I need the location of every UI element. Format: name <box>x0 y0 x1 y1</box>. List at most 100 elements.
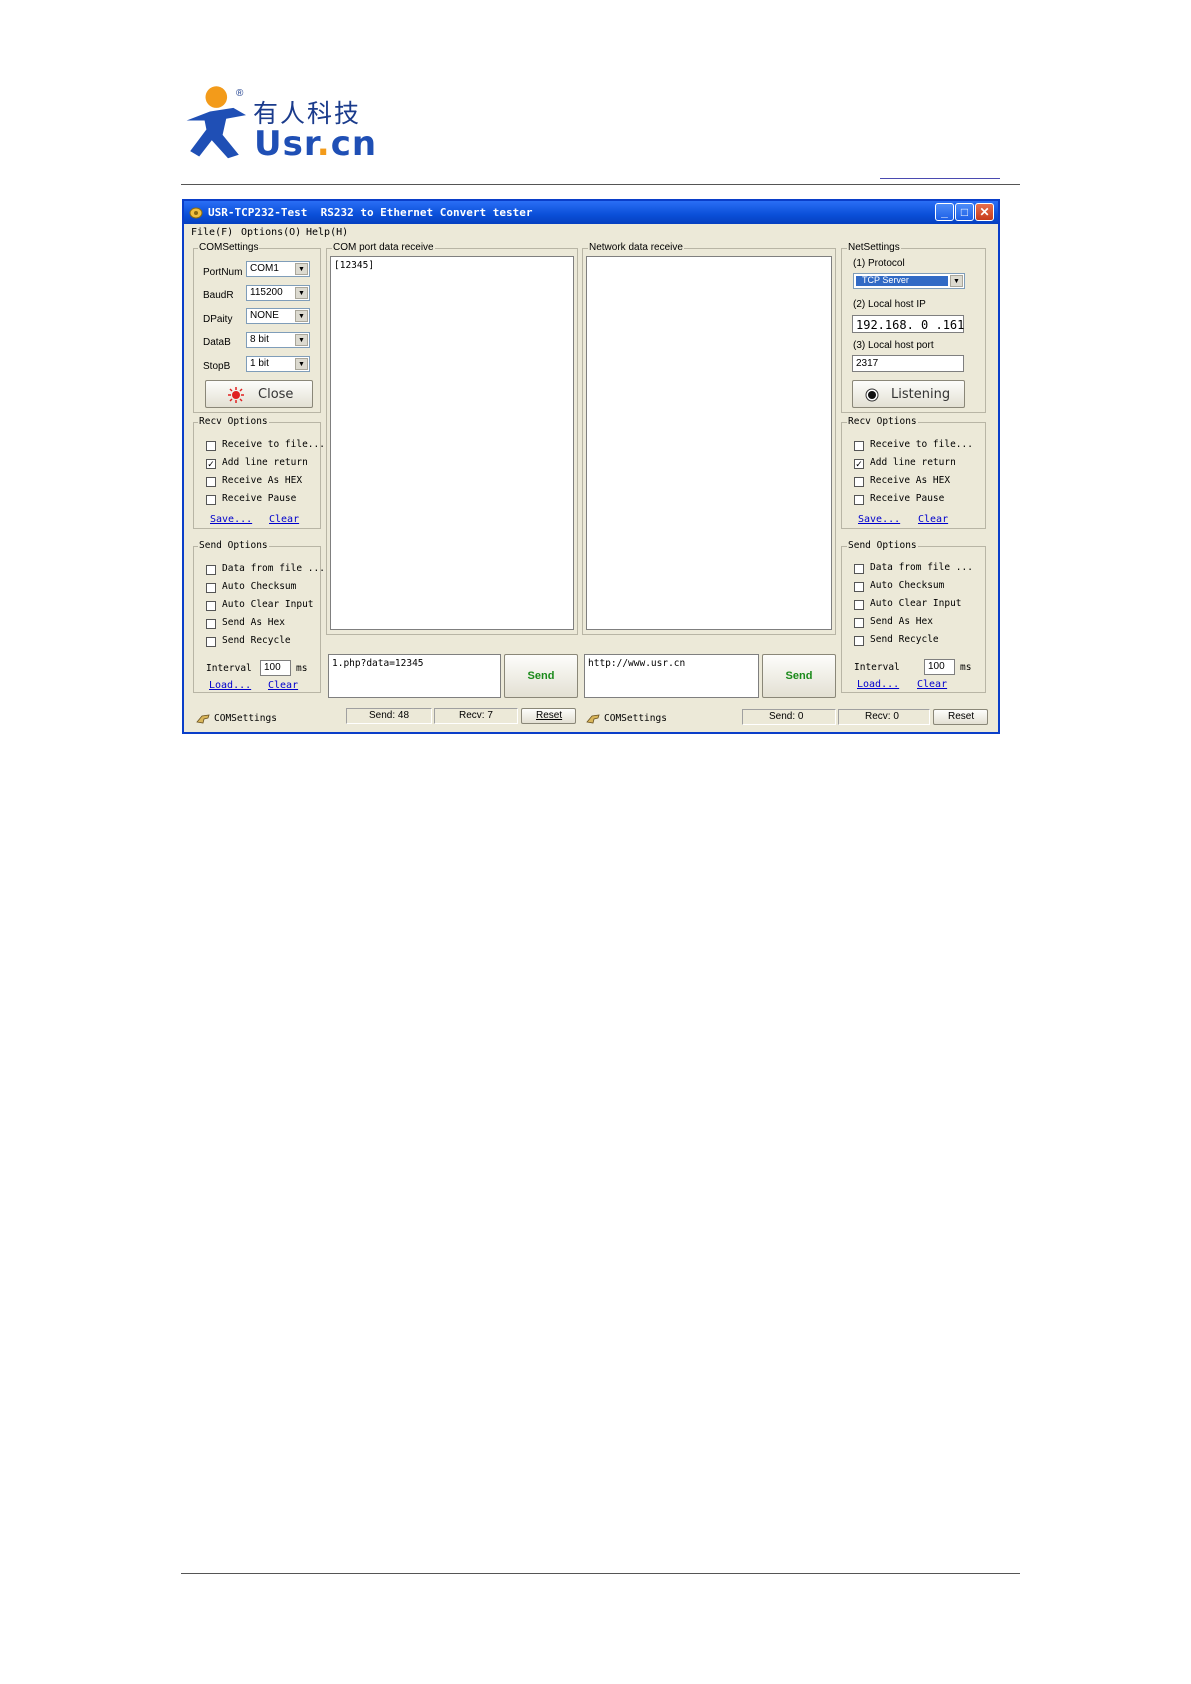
stopb-select[interactable]: 1 bit ▼ <box>246 356 310 372</box>
net-receive-label: Network data receive <box>588 242 684 253</box>
recv-to-file-right-checkbox[interactable] <box>854 441 864 451</box>
stopb-label: StopB <box>203 361 231 372</box>
load-right-link[interactable]: Load... <box>857 679 899 690</box>
baudr-value: 115200 <box>250 287 283 298</box>
logo-english-text: Usr.cn <box>254 124 378 164</box>
status-right-settings: COMSettings <box>604 713 667 724</box>
auto-checksum-checkbox[interactable] <box>206 583 216 593</box>
chevron-down-icon[interactable]: ▼ <box>950 275 963 287</box>
interval-right-input[interactable]: 100 <box>924 659 955 675</box>
listening-button[interactable]: Listening <box>852 380 965 408</box>
close-port-button[interactable]: Close <box>205 380 313 408</box>
local-ip-value: 192.168. 0 .161 <box>856 318 965 332</box>
com-receive-textarea[interactable]: [12345] <box>330 256 574 630</box>
send-as-hex-right-checkbox[interactable] <box>854 618 864 628</box>
interval-right-value: 100 <box>928 661 945 672</box>
net-receive-textarea[interactable] <box>586 256 832 630</box>
status-right-recv: Recv: 0 <box>865 711 899 722</box>
auto-checksum-right-checkbox[interactable] <box>854 582 864 592</box>
local-ip-label: (2) Local host IP <box>853 299 926 310</box>
send-as-hex-label: Send As Hex <box>222 617 285 628</box>
menu-file[interactable]: File(F) <box>191 227 233 238</box>
title-bar[interactable]: USR-TCP232-Test RS232 to Ethernet Conver… <box>184 201 998 224</box>
clear-send-right-link[interactable]: Clear <box>917 679 947 690</box>
add-line-return-checkbox[interactable]: ✓ <box>206 459 216 469</box>
chevron-down-icon[interactable]: ▼ <box>295 310 308 322</box>
add-line-return-label: Add line return <box>222 457 308 468</box>
chevron-down-icon[interactable]: ▼ <box>295 287 308 299</box>
interval-input[interactable]: 100 <box>260 660 291 676</box>
interval-right-unit: ms <box>960 662 972 673</box>
reset-left-button[interactable]: Reset <box>521 708 576 724</box>
com-send-input[interactable]: 1.php?data=12345 <box>328 654 501 698</box>
hand-icon <box>196 714 210 724</box>
status-left-recv-box: Recv: 7 <box>434 708 518 724</box>
auto-clear-input-right-checkbox[interactable] <box>854 600 864 610</box>
send-recycle-label: Send Recycle <box>222 635 291 646</box>
chevron-down-icon[interactable]: ▼ <box>295 358 308 370</box>
baudr-label: BaudR <box>203 290 234 301</box>
hand-icon <box>586 714 600 724</box>
datab-select[interactable]: 8 bit ▼ <box>246 332 310 348</box>
chevron-down-icon[interactable]: ▼ <box>295 334 308 346</box>
recv-as-hex-right-label: Receive As HEX <box>870 475 951 486</box>
menu-options[interactable]: Options(O) <box>241 227 301 238</box>
net-send-input[interactable]: http://www.usr.cn <box>584 654 759 698</box>
load-link[interactable]: Load... <box>209 680 251 691</box>
protocol-value: TCP Server <box>862 275 909 285</box>
reset-right-button[interactable]: Reset <box>933 709 988 725</box>
recv-options-right-label: Recv Options <box>847 416 918 427</box>
clear-recv-right-link[interactable]: Clear <box>918 514 948 525</box>
recv-as-hex-checkbox[interactable] <box>206 477 216 487</box>
listening-label: Listening <box>891 387 951 402</box>
status-left-recv: Recv: 7 <box>459 710 493 721</box>
local-port-label: (3) Local host port <box>853 340 934 351</box>
recv-as-hex-label: Receive As HEX <box>222 475 303 486</box>
recv-pause-checkbox[interactable] <box>206 495 216 505</box>
recv-to-file-checkbox[interactable] <box>206 441 216 451</box>
auto-checksum-right-label: Auto Checksum <box>870 580 945 591</box>
maximize-icon[interactable]: □ <box>955 203 974 221</box>
header-rule <box>181 184 1020 185</box>
baudr-select[interactable]: 115200 ▼ <box>246 285 310 301</box>
data-from-file-checkbox[interactable] <box>206 565 216 575</box>
send-as-hex-checkbox[interactable] <box>206 619 216 629</box>
net-send-button[interactable]: Send <box>762 654 836 698</box>
recv-as-hex-right-checkbox[interactable] <box>854 477 864 487</box>
data-from-file-label: Data from file ... <box>222 563 325 574</box>
send-options-right-label: Send Options <box>847 540 918 551</box>
save-link[interactable]: Save... <box>210 514 252 525</box>
auto-clear-input-checkbox[interactable] <box>206 601 216 611</box>
menu-help[interactable]: Help(H) <box>306 227 348 238</box>
recv-pause-right-checkbox[interactable] <box>854 495 864 505</box>
recv-to-file-right-label: Receive to file... <box>870 439 973 450</box>
dpaity-select[interactable]: NONE ▼ <box>246 308 310 324</box>
com-send-label: Send <box>527 670 555 682</box>
protocol-select[interactable]: TCP Server ▼ <box>853 273 965 289</box>
send-as-hex-right-label: Send As Hex <box>870 616 933 627</box>
window-title: USR-TCP232-Test RS232 to Ethernet Conver… <box>208 206 533 219</box>
data-from-file-right-checkbox[interactable] <box>854 564 864 574</box>
send-recycle-right-label: Send Recycle <box>870 634 939 645</box>
close-icon[interactable]: ✕ <box>975 203 994 221</box>
com-send-button[interactable]: Send <box>504 654 578 698</box>
local-port-input[interactable]: 2317 <box>852 355 964 372</box>
clear-recv-link[interactable]: Clear <box>269 514 299 525</box>
local-ip-input[interactable]: 192.168. 0 .161 <box>852 315 964 333</box>
send-recycle-checkbox[interactable] <box>206 637 216 647</box>
power-icon <box>228 387 244 403</box>
com-receive-content: [12345] <box>334 260 375 271</box>
portnum-select[interactable]: COM1 ▼ <box>246 261 310 277</box>
interval-label: Interval <box>206 663 252 674</box>
save-right-link[interactable]: Save... <box>858 514 900 525</box>
chevron-down-icon[interactable]: ▼ <box>295 263 308 275</box>
header-short-rule <box>880 178 1000 179</box>
registered-mark: ® <box>236 88 244 99</box>
clear-send-link[interactable]: Clear <box>268 680 298 691</box>
send-recycle-right-checkbox[interactable] <box>854 636 864 646</box>
add-line-return-right-checkbox[interactable]: ✓ <box>854 459 864 469</box>
datab-value: 8 bit <box>250 334 269 345</box>
minimize-icon[interactable]: _ <box>935 203 954 221</box>
recv-pause-label: Receive Pause <box>222 493 297 504</box>
add-line-return-right-label: Add line return <box>870 457 956 468</box>
